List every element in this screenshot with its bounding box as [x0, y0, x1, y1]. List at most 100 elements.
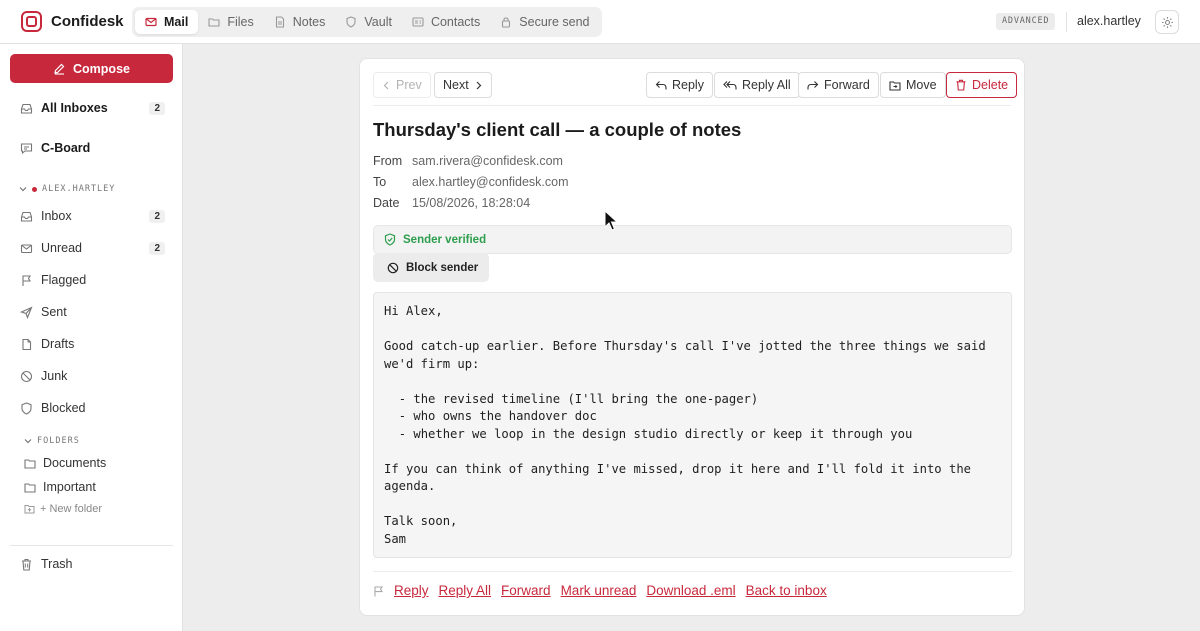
sidebar-item-drafts[interactable]: Drafts [20, 334, 165, 354]
sidebar-item-label: Drafts [41, 337, 75, 351]
block-sender-button[interactable]: Block sender [373, 253, 489, 282]
tab-secure-send[interactable]: Secure send [490, 10, 599, 34]
folder-icon [24, 458, 36, 469]
reply-all-button[interactable]: Reply All [714, 72, 800, 98]
tab-secure-send-label: Secure send [519, 15, 590, 29]
sidebar-item-label: Sent [41, 305, 67, 319]
folder-plus-icon [24, 504, 35, 514]
brand[interactable]: Confidesk [21, 11, 124, 32]
mark-unread-link[interactable]: Mark unread [561, 583, 637, 598]
inbox-icon [20, 210, 33, 223]
tab-mail[interactable]: Mail [135, 10, 199, 34]
sidebar-item-label: Junk [41, 369, 68, 383]
forward-label: Forward [824, 78, 870, 92]
tier-badge: ADVANCED [996, 13, 1056, 30]
account-status-dot [32, 186, 37, 192]
delete-button[interactable]: Delete [946, 72, 1018, 98]
delete-label: Delete [972, 78, 1009, 92]
tab-contacts[interactable]: Contacts [402, 10, 490, 34]
flag-icon[interactable] [373, 585, 384, 597]
pencil-icon [53, 62, 66, 75]
tab-mail-label: Mail [164, 15, 189, 29]
footer-divider [373, 571, 1012, 572]
footer-reply-all-link[interactable]: Reply All [439, 583, 492, 598]
new-folder-button[interactable]: + New folder [24, 503, 102, 515]
compose-label: Compose [73, 61, 130, 76]
user-menu[interactable]: alex.hartley [1077, 14, 1141, 28]
gear-icon [1161, 16, 1174, 29]
tab-files[interactable]: Files [198, 10, 263, 34]
sidebar: Compose All Inboxes 2 C-Board ALEX.HARTL… [0, 44, 183, 631]
sidebar-item-inbox[interactable]: Inbox 2 [20, 206, 165, 226]
folder-icon [208, 16, 220, 28]
mouse-cursor-icon [604, 210, 618, 232]
unread-count-badge: 2 [149, 101, 165, 115]
reply-button[interactable]: Reply [646, 72, 713, 98]
sidebar-item-trash[interactable]: Trash [20, 554, 165, 574]
tab-notes[interactable]: Notes [264, 10, 336, 34]
message-body-text: Hi Alex, Good catch-up earlier. Before T… [384, 304, 986, 546]
account-label: ALEX.HARTLEY [42, 184, 116, 194]
mail-icon [20, 242, 33, 255]
folder-label: Documents [43, 456, 107, 470]
footer-reply-link[interactable]: Reply [394, 583, 429, 598]
folder-label: Important [43, 480, 96, 494]
tab-vault-label: Vault [364, 15, 392, 29]
sidebar-item-label: All Inboxes [41, 101, 108, 115]
sidebar-item-flagged[interactable]: Flagged [20, 270, 165, 290]
trash-icon [955, 79, 967, 91]
draft-icon [20, 338, 33, 351]
download-eml-link[interactable]: Download .eml [646, 583, 735, 598]
chat-icon [20, 142, 33, 155]
sidebar-item-label: Blocked [41, 401, 86, 415]
compose-button[interactable]: Compose [10, 54, 173, 83]
block-sender-label: Block sender [406, 261, 479, 274]
to-label: To [373, 175, 387, 189]
sidebar-item-junk[interactable]: Junk [20, 366, 165, 386]
app-name: Confidesk [51, 13, 124, 30]
sidebar-item-sent[interactable]: Sent [20, 302, 165, 322]
tab-notes-label: Notes [292, 15, 326, 29]
to-address[interactable]: alex.hartley@confidesk.com [412, 175, 569, 189]
from-address[interactable]: sam.rivera@confidesk.com [412, 154, 563, 168]
message-footer-actions: Reply Reply All Forward Mark unread Down… [373, 583, 827, 598]
sidebar-item-unread[interactable]: Unread 2 [20, 238, 165, 258]
settings-button[interactable] [1155, 10, 1179, 34]
date-label: Date [373, 196, 400, 210]
sidebar-divider [10, 545, 173, 546]
forward-button[interactable]: Forward [798, 72, 879, 98]
sidebar-item-blocked[interactable]: Blocked [20, 398, 165, 418]
shield-icon [345, 16, 357, 28]
tab-contacts-label: Contacts [430, 15, 481, 29]
mail-icon [145, 16, 157, 28]
folder-item-documents[interactable]: Documents [24, 456, 106, 470]
message-body: Hi Alex, Good catch-up earlier. Before T… [373, 292, 1012, 558]
move-button[interactable]: Move [880, 72, 946, 98]
prev-button[interactable]: Prev [373, 72, 431, 98]
folder-icon [24, 482, 36, 493]
tab-vault[interactable]: Vault [335, 10, 402, 34]
inbox-icon [20, 102, 33, 115]
sidebar-item-all-inboxes[interactable]: All Inboxes 2 [20, 98, 165, 118]
sidebar-item-c-board[interactable]: C-Board [20, 138, 165, 158]
sender-verified-banner: Sender verified [373, 225, 1012, 254]
folder-move-icon [889, 80, 901, 91]
reply-icon [655, 80, 667, 91]
back-to-inbox-link[interactable]: Back to inbox [746, 583, 827, 598]
shield-check-icon [384, 233, 396, 246]
folders-label: FOLDERS [37, 436, 80, 446]
top-bar: Confidesk Mail Files Notes Vault Contact… [0, 0, 1200, 44]
sidebar-item-label: Trash [41, 557, 73, 571]
folders-section-header[interactable]: FOLDERS [24, 436, 80, 446]
main-nav: Mail Files Notes Vault Contacts Secure s… [132, 7, 603, 37]
account-section-header[interactable]: ALEX.HARTLEY [19, 184, 115, 194]
reply-all-icon [723, 80, 737, 91]
unread-count-badge: 2 [149, 241, 165, 255]
folder-item-important[interactable]: Important [24, 480, 96, 494]
flag-icon [20, 274, 33, 287]
reply-label: Reply [672, 78, 704, 92]
shield-icon [20, 401, 33, 415]
footer-forward-link[interactable]: Forward [501, 583, 551, 598]
next-button[interactable]: Next [434, 72, 492, 98]
tab-files-label: Files [227, 15, 254, 29]
